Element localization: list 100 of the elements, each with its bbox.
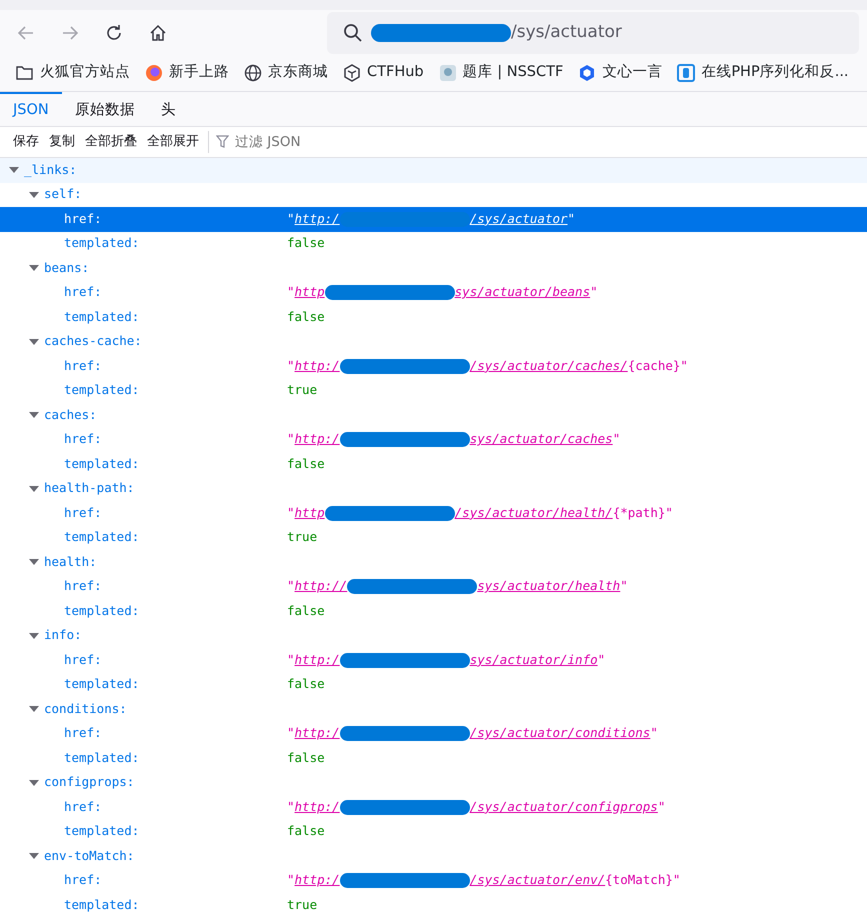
url-link[interactable]: http:/ /sys/actuator/env/ bbox=[294, 871, 606, 890]
tree-row[interactable]: href: "http:/ /sys/actuator/conditions" bbox=[0, 722, 867, 746]
tree-row[interactable]: href: "http sys/actuator/beans" bbox=[0, 280, 867, 305]
expanded-caret-icon[interactable] bbox=[8, 165, 20, 176]
json-key: href: bbox=[64, 504, 102, 523]
url-link[interactable]: http:/ sys/actuator/caches bbox=[294, 430, 613, 450]
json-key: configprops: bbox=[44, 773, 134, 792]
home-icon bbox=[148, 22, 168, 42]
toolbar-button[interactable]: 全部折叠 bbox=[80, 132, 142, 152]
tree-node-row[interactable]: beans: bbox=[0, 256, 867, 280]
json-key: href: bbox=[64, 577, 102, 596]
tree-node-row[interactable]: health: bbox=[0, 550, 867, 574]
tree-row[interactable]: templated: false bbox=[0, 599, 867, 624]
tree-node-row[interactable]: _links: bbox=[0, 158, 867, 182]
tree-node-row[interactable]: caches: bbox=[0, 403, 867, 428]
json-value: true bbox=[287, 528, 318, 546]
filter-icon bbox=[216, 134, 229, 149]
tree-row[interactable]: templated: false bbox=[0, 305, 867, 330]
toolbar-button[interactable]: 复制 bbox=[44, 132, 80, 152]
json-value: false bbox=[287, 454, 325, 473]
tree-node-row[interactable]: health-path: bbox=[0, 476, 867, 501]
tree-node-row[interactable]: env-toMatch: bbox=[0, 844, 867, 868]
tree-row[interactable]: href: "http:// sys/actuator/health" bbox=[0, 574, 867, 599]
url-link[interactable]: http:/ /sys/actuator/configprops bbox=[294, 798, 658, 817]
tree-row[interactable]: href: "http:/ sys/actuator/info" bbox=[0, 648, 867, 672]
quote-mark: " bbox=[287, 724, 295, 742]
tree-row[interactable]: href: "http:/ /sys/actuator" bbox=[0, 207, 867, 232]
tree-row[interactable]: templated: false bbox=[0, 232, 867, 256]
json-key: href: bbox=[64, 798, 102, 817]
tree-row[interactable]: templated: false bbox=[0, 672, 867, 697]
expanded-caret-icon[interactable] bbox=[28, 190, 40, 200]
tree-row[interactable]: templated: true bbox=[0, 378, 867, 403]
tree-row[interactable]: templated: false bbox=[0, 746, 867, 770]
json-key: href: bbox=[64, 871, 102, 890]
json-value: false bbox=[287, 602, 325, 620]
tree-row[interactable]: href: "http:/ /sys/actuator/env/{toMatch}" bbox=[0, 868, 867, 893]
tree-node-row[interactable]: caches-cache: bbox=[0, 330, 867, 354]
toolbar-button[interactable]: 保存 bbox=[8, 132, 44, 152]
tree-row[interactable]: href: "http:/ sys/actuator/caches" bbox=[0, 428, 867, 452]
tree-row[interactable]: href: "http:/ /sys/actuator/caches/{cache}" bbox=[0, 354, 867, 378]
expanded-caret-icon[interactable] bbox=[28, 410, 40, 420]
tree-node-row[interactable]: conditions: bbox=[0, 697, 867, 722]
template-text: {cache} bbox=[628, 356, 680, 375]
bookmark-item[interactable]: 京东商城 bbox=[236, 62, 335, 84]
url-link[interactable]: http:// sys/actuator/health bbox=[294, 577, 620, 596]
url-link[interactable]: http sys/actuator/beans bbox=[294, 283, 590, 302]
bookmark-item[interactable]: 新手上路 bbox=[137, 62, 236, 84]
expanded-caret-icon[interactable] bbox=[28, 851, 40, 862]
json-key: env-toMatch: bbox=[44, 846, 134, 866]
tree-row[interactable]: templated: false bbox=[0, 820, 867, 844]
json-key: health: bbox=[44, 552, 97, 572]
json-key: href: bbox=[64, 356, 102, 376]
json-key: href: bbox=[64, 650, 102, 670]
tree-node-row[interactable]: info: bbox=[0, 624, 867, 648]
tree-node-row[interactable]: configprops: bbox=[0, 770, 867, 795]
bookmark-item[interactable]: CTFHub bbox=[335, 62, 431, 84]
quote-mark: " bbox=[620, 577, 628, 596]
toolbar-button[interactable]: 全部展开 bbox=[142, 132, 204, 152]
viewer-tab[interactable]: JSON bbox=[0, 92, 62, 127]
tree-row[interactable]: href: "http:/ /sys/actuator/configprops" bbox=[0, 795, 867, 820]
expanded-caret-icon[interactable] bbox=[28, 263, 40, 274]
bookmark-item[interactable]: 题库 | NSSCTF bbox=[430, 62, 570, 84]
expanded-caret-icon[interactable] bbox=[28, 336, 40, 347]
url-link[interactable]: http /sys/actuator/health/ bbox=[294, 504, 613, 523]
tree-node-row[interactable]: self: bbox=[0, 182, 867, 207]
json-key: templated: bbox=[64, 822, 140, 842]
bookmark-item[interactable]: 文心一言 bbox=[570, 62, 670, 84]
expanded-caret-icon[interactable] bbox=[28, 778, 40, 788]
viewer-tab[interactable]: 头 bbox=[148, 92, 189, 127]
bookmark-item[interactable]: 火狐官方站点 bbox=[8, 62, 137, 84]
json-value: true bbox=[287, 896, 318, 914]
url-link[interactable]: http:/ /sys/actuator/conditions bbox=[294, 724, 650, 744]
expanded-caret-icon[interactable] bbox=[28, 630, 40, 641]
json-value: false bbox=[287, 822, 325, 840]
json-key: href: bbox=[64, 210, 102, 229]
url-text: /sys/actuator bbox=[511, 20, 622, 44]
tree-row[interactable]: templated: true bbox=[0, 893, 867, 918]
url-link[interactable]: http:/ /sys/actuator/caches/ bbox=[294, 356, 628, 376]
url-link[interactable]: http:/ /sys/actuator bbox=[294, 210, 568, 229]
tree-row[interactable]: templated: true bbox=[0, 526, 867, 550]
expanded-caret-icon[interactable] bbox=[28, 484, 40, 494]
quote-mark: " bbox=[287, 356, 295, 375]
viewer-tab[interactable]: 原始数据 bbox=[62, 92, 148, 127]
json-value: false bbox=[287, 748, 325, 767]
json-key: templated: bbox=[64, 308, 140, 327]
json-value: false bbox=[287, 234, 325, 252]
quote-mark: " bbox=[598, 650, 606, 669]
letter-b-icon bbox=[676, 63, 696, 83]
json-key: templated: bbox=[64, 748, 140, 768]
quote-mark: " bbox=[672, 871, 680, 890]
tree-row[interactable]: templated: false bbox=[0, 452, 867, 476]
tree-row[interactable]: href: "http /sys/actuator/health/{*path}" bbox=[0, 501, 867, 526]
expanded-caret-icon[interactable] bbox=[28, 704, 40, 714]
expanded-caret-icon[interactable] bbox=[28, 557, 40, 568]
url-link[interactable]: http:/ sys/actuator/info bbox=[294, 650, 598, 670]
address-bar[interactable]: /sys/actuator bbox=[327, 12, 859, 54]
filter-field[interactable]: 过滤 JSON bbox=[208, 130, 408, 154]
quote-mark: " bbox=[287, 504, 295, 522]
json-key: templated: bbox=[64, 675, 140, 694]
bookmark-item[interactable]: 在线PHP序列化和反... bbox=[669, 62, 856, 84]
